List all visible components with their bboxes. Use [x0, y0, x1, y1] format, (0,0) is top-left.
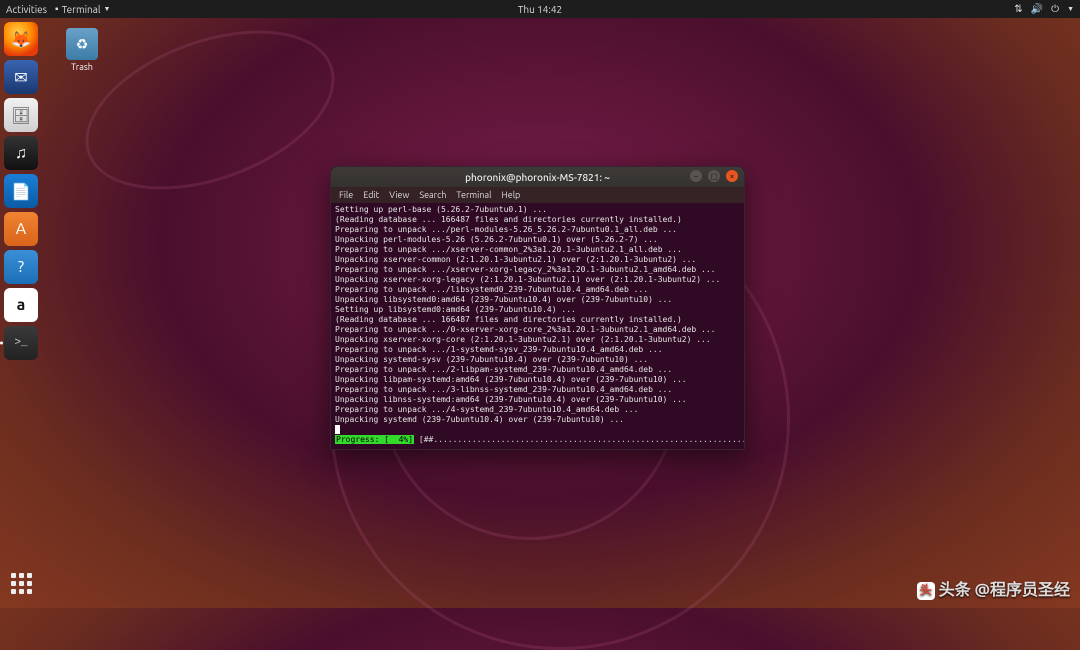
terminal-icon: ▪: [55, 3, 59, 15]
writer-icon: 📄: [11, 182, 31, 201]
dock-libreoffice-writer[interactable]: 📄: [4, 174, 38, 208]
dock-terminal[interactable]: >_: [4, 326, 38, 360]
progress-line: Progress: [ 4%] [##.....................…: [335, 435, 740, 445]
desktop-trash[interactable]: ♻ Trash: [62, 28, 102, 72]
firefox-icon: 🦊: [11, 30, 31, 49]
watermark: 头头条 @程序员圣经: [917, 576, 1070, 600]
desktop-trash-label: Trash: [62, 62, 102, 72]
watermark-logo-icon: 头: [917, 582, 935, 600]
progress-bar: [##.....................................…: [419, 435, 744, 444]
watermark-text: 头条 @程序员圣经: [939, 581, 1070, 599]
activities-button[interactable]: Activities: [6, 4, 47, 15]
amazon-icon: a: [17, 296, 26, 314]
window-titlebar[interactable]: phoronix@phoronix-MS-7821: ~ – ▢ ×: [331, 167, 744, 187]
dock-rhythmbox[interactable]: ♫: [4, 136, 38, 170]
volume-icon[interactable]: 🔊: [1031, 3, 1043, 15]
dock: 🦊 ✉ 🗄 ♫ 📄 A ? a >_: [4, 22, 40, 360]
window-maximize-button[interactable]: ▢: [708, 170, 720, 182]
window-close-button[interactable]: ×: [726, 170, 738, 182]
menu-terminal[interactable]: Terminal: [456, 190, 491, 200]
show-applications-button[interactable]: [6, 568, 36, 598]
menu-help[interactable]: Help: [501, 190, 520, 200]
decorative-swirl: [64, 0, 356, 220]
app-menu-label: Terminal: [62, 4, 101, 15]
menu-view[interactable]: View: [389, 190, 409, 200]
dock-help[interactable]: ?: [4, 250, 38, 284]
network-icon[interactable]: ⇅: [1014, 3, 1022, 15]
top-panel: Activities ▪ Terminal ▼ Thu 14:42 ⇅ 🔊 ⏻ …: [0, 0, 1080, 18]
menu-file[interactable]: File: [339, 190, 353, 200]
thunderbird-icon: ✉: [14, 68, 27, 87]
window-title: phoronix@phoronix-MS-7821: ~: [465, 172, 610, 183]
dock-amazon[interactable]: a: [4, 288, 38, 322]
window-minimize-button[interactable]: –: [690, 170, 702, 182]
progress-label: Progress: [ 4%]: [335, 435, 414, 444]
menu-edit[interactable]: Edit: [363, 190, 379, 200]
chevron-down-icon: ▼: [1067, 5, 1074, 13]
help-icon: ?: [18, 258, 24, 276]
terminal-icon: >_: [14, 337, 27, 349]
rhythmbox-icon: ♫: [15, 144, 27, 163]
dock-ubuntu-software[interactable]: A: [4, 212, 38, 246]
app-menu[interactable]: ▪ Terminal ▼: [55, 3, 110, 15]
dock-files[interactable]: 🗄: [4, 98, 38, 132]
files-icon: 🗄: [11, 106, 31, 125]
dock-thunderbird[interactable]: ✉: [4, 60, 38, 94]
dock-firefox[interactable]: 🦊: [4, 22, 38, 56]
terminal-cursor: [335, 425, 340, 434]
clock[interactable]: Thu 14:42: [518, 4, 562, 15]
terminal-output[interactable]: Setting up perl-base (5.26.2-7ubuntu0.1)…: [331, 203, 744, 449]
terminal-menubar: File Edit View Search Terminal Help: [331, 187, 744, 203]
menu-search[interactable]: Search: [419, 190, 446, 200]
terminal-text: Setting up perl-base (5.26.2-7ubuntu0.1)…: [335, 205, 720, 424]
terminal-window: phoronix@phoronix-MS-7821: ~ – ▢ × File …: [330, 166, 745, 450]
chevron-down-icon: ▼: [103, 5, 110, 13]
power-icon[interactable]: ⏻: [1051, 3, 1059, 15]
software-icon: A: [16, 220, 26, 238]
trash-icon: ♻: [66, 28, 98, 60]
